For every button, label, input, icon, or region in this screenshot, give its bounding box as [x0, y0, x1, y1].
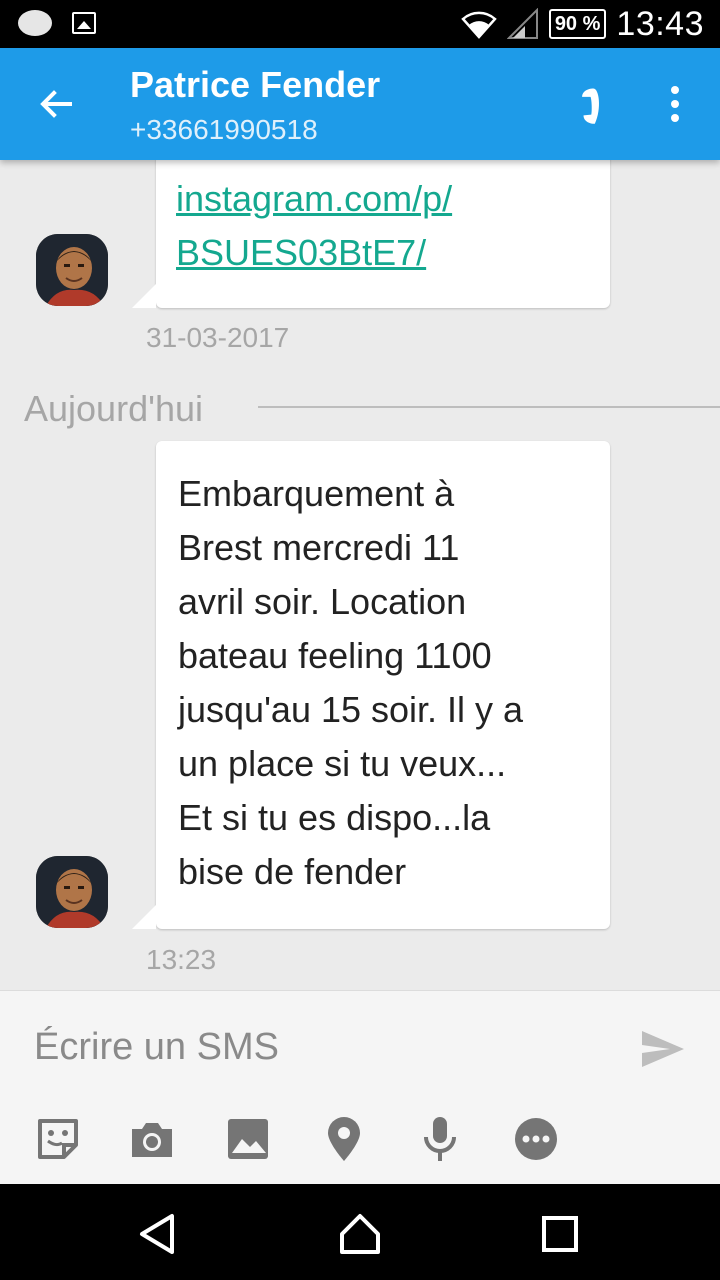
message-list[interactable]: http:// instagram.com/p/ BSUES03BtE7/ 31…	[0, 160, 720, 990]
day-separator-line	[258, 406, 720, 408]
message-line: jusqu'au 15 soir. Il y a	[178, 689, 524, 730]
status-right: 90 % 13:43	[461, 4, 704, 44]
navigation-bar	[0, 1184, 720, 1280]
message-bubble-2[interactable]: Embarquement à Brest mercredi 11 avril s…	[156, 441, 610, 929]
back-triangle-icon[interactable]	[136, 1212, 180, 1256]
app-bar: Patrice Fender +33661990518	[0, 48, 720, 160]
wifi-icon	[461, 11, 497, 39]
attachment-toolbar	[0, 1115, 720, 1165]
location-icon[interactable]	[320, 1115, 368, 1163]
more-icon[interactable]	[512, 1115, 560, 1163]
status-bar: 90 % 13:43	[0, 0, 720, 48]
phone-icon[interactable]	[570, 82, 614, 126]
message-link-line-1[interactable]: instagram.com/p/	[176, 172, 452, 226]
message-timestamp: 13:23	[146, 944, 217, 975]
message-body: Embarquement à Brest mercredi 11 avril s…	[178, 467, 523, 899]
message-line: Embarquement à	[178, 473, 455, 514]
contact-name: Patrice Fender	[130, 64, 381, 105]
more-vert-icon[interactable]	[660, 82, 690, 126]
avatar-photo	[36, 234, 108, 306]
bubble-tail	[132, 905, 156, 929]
message-line: bateau feeling 1100	[178, 635, 492, 676]
message-bubble-1[interactable]: http:// instagram.com/p/ BSUES03BtE7/	[156, 160, 610, 308]
status-left	[18, 10, 96, 36]
gallery-icon[interactable]	[224, 1115, 272, 1163]
message-line: avril soir. Location	[178, 581, 467, 622]
message-line: Brest mercredi 11	[178, 527, 460, 568]
bubble-tail	[132, 284, 156, 308]
signal-icon	[506, 8, 538, 39]
camera-icon[interactable]	[128, 1115, 176, 1163]
image-notification-icon	[72, 12, 96, 34]
message-link-line-2[interactable]: BSUES03BtE7/	[176, 226, 452, 280]
clock: 13:43	[616, 4, 704, 43]
sticker-icon[interactable]	[34, 1115, 82, 1163]
avatar[interactable]	[36, 234, 108, 306]
message-line: Et si tu es dispo...la	[178, 797, 491, 838]
contact-number: +33661990518	[130, 114, 318, 145]
avatar[interactable]	[36, 856, 108, 928]
message-timestamp: 31-03-2017	[146, 322, 290, 353]
message-line: un place si tu veux...	[178, 743, 507, 784]
microphone-icon[interactable]	[416, 1115, 464, 1163]
sms-input[interactable]	[32, 1025, 596, 1070]
message-line: bise de fender	[178, 851, 407, 892]
avatar-photo	[36, 856, 108, 928]
battery-icon: 90 %	[548, 9, 607, 39]
home-icon[interactable]	[338, 1212, 382, 1256]
recents-icon[interactable]	[538, 1212, 582, 1256]
notification-oval-icon	[18, 10, 52, 36]
day-separator-label: Aujourd'hui	[24, 388, 203, 429]
send-icon[interactable]	[640, 1029, 686, 1069]
back-arrow-icon[interactable]	[36, 84, 76, 124]
compose-area	[0, 990, 720, 1185]
